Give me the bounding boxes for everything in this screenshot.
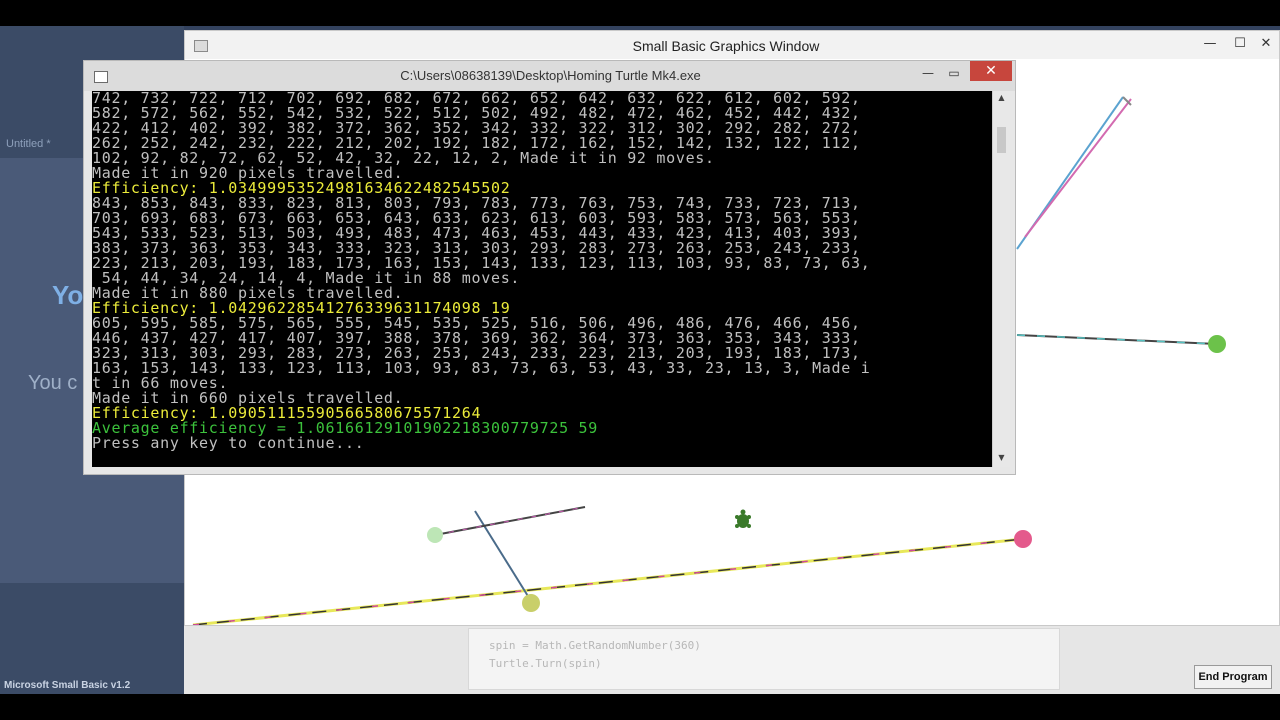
turtle-path-line — [192, 538, 1024, 625]
minimize-button[interactable]: — — [1199, 34, 1221, 54]
code-line-2: Turtle.Turn(spin) — [489, 657, 602, 670]
bottom-black-bar — [0, 694, 1280, 720]
target-dot-pink — [1014, 530, 1032, 548]
graphics-window-titlebar[interactable]: Small Basic Graphics Window — ☐ ✕ — [185, 31, 1279, 59]
code-line-1: spin = Math.GetRandomNumber(360) — [489, 639, 701, 652]
console-line: Press any key to continue... — [92, 434, 365, 452]
target-dot-light-green — [427, 527, 443, 543]
console-window: C:\Users\08638139\Desktop\Homing Turtle … — [83, 60, 1016, 475]
console-output[interactable]: 742, 732, 722, 712, 702, 692, 682, 672, … — [92, 91, 992, 467]
target-dot-green — [1208, 335, 1226, 353]
end-program-button[interactable]: End Program — [1194, 665, 1272, 689]
console-scrollbar[interactable]: ▲ ▼ — [992, 91, 1010, 467]
turtle-icon — [735, 509, 751, 528]
ide-version-label: Microsoft Small Basic v1.2 — [4, 680, 131, 691]
console-maximize-button[interactable]: ▭ — [942, 63, 966, 83]
close-button[interactable]: ✕ — [1255, 34, 1277, 54]
console-title: C:\Users\08638139\Desktop\Homing Turtle … — [400, 68, 701, 83]
target-dot-olive — [522, 594, 540, 612]
ide-untitled-tab[interactable]: Untitled * — [6, 138, 51, 150]
turtle-path-line — [474, 510, 532, 602]
ide-code-editor[interactable]: spin = Math.GetRandomNumber(360) Turtle.… — [468, 628, 1060, 690]
scrollbar-thumb[interactable] — [997, 127, 1006, 153]
scroll-up-arrow-icon[interactable]: ▲ — [993, 91, 1010, 105]
scroll-down-arrow-icon[interactable]: ▼ — [993, 451, 1010, 465]
maximize-button[interactable]: ☐ — [1229, 34, 1251, 54]
console-minimize-button[interactable]: — — [916, 63, 940, 83]
top-black-bar — [0, 0, 1280, 26]
turtle-path-line — [1024, 98, 1132, 238]
console-titlebar[interactable]: C:\Users\08638139\Desktop\Homing Turtle … — [84, 61, 1015, 91]
console-close-button[interactable]: ✕ — [970, 61, 1012, 81]
ide-editor-area: spin = Math.GetRandomNumber(360) Turtle.… — [184, 624, 1280, 694]
ide-welcome-text: You c — [28, 372, 78, 394]
graphics-window-title: Small Basic Graphics Window — [632, 38, 820, 54]
ide-welcome-heading: Yo — [52, 280, 84, 310]
